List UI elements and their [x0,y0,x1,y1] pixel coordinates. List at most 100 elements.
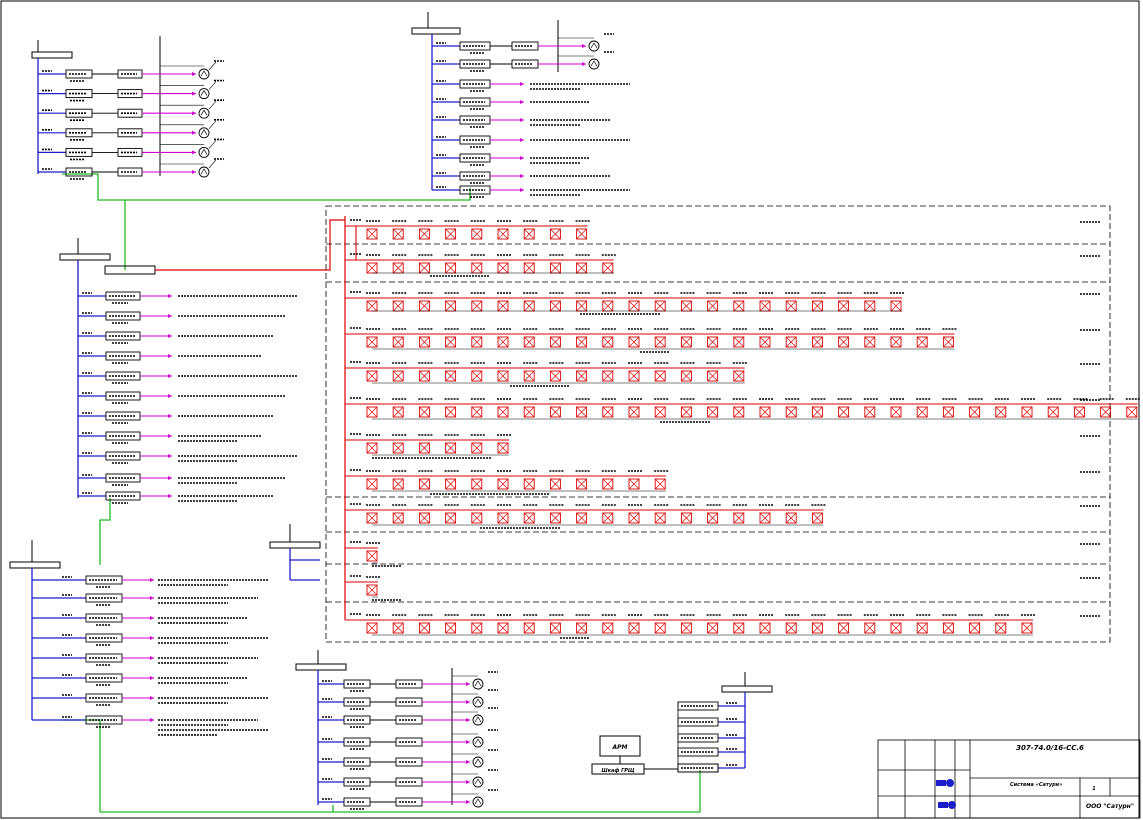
arrow-icon [192,130,196,135]
fan-blade-icon [474,698,482,705]
valve-cross-icon [445,262,456,274]
valve-cross-icon [733,512,745,524]
valve-cross-icon [445,442,456,454]
valve-cross-icon [995,622,1007,634]
arrow-icon [168,434,172,438]
valve-cross-icon [812,336,823,348]
valve-cross-icon [419,478,430,490]
arrow-icon [168,354,172,358]
valve-cross-icon [392,262,404,274]
dashed-zone [325,205,1111,643]
valve-cross-icon [733,300,745,312]
gpu-label: Шкаф ГРЩ [601,767,634,774]
valve-cross-icon [707,512,718,524]
valve-cross-icon [628,336,640,348]
valve-cross-icon [681,300,692,312]
valve-cross-icon [497,370,509,382]
valve-cross-icon [628,300,640,312]
valve-cross-icon [1021,622,1033,634]
valve-cross-icon [497,622,509,634]
valve-cross-icon [707,370,718,382]
fan-blade-icon [200,168,208,175]
valve-cross-icon [785,300,797,312]
valve-cross-icon [366,262,378,274]
valve-cross-icon [681,370,692,382]
valve-cross-icon [576,512,587,524]
valve-cross-icon [366,370,378,382]
wiring-diagram: АРМ Шкаф ГРЩ 307-74.0/16-СС.6 Система «С… [0,0,1141,819]
valve-cross-icon [628,622,640,634]
valve-cross-icon [838,300,849,312]
valve-cross-icon [497,336,509,348]
valve-cross-icon [838,336,849,348]
valve-cross-icon [392,300,404,312]
valve-cross-icon [523,478,535,490]
arrow-icon [520,188,524,192]
valve-cross-icon [366,300,378,312]
valve-cross-icon [1047,406,1059,418]
valve-cross-icon [419,336,430,348]
valve-cross-icon [366,622,378,634]
valve-cross-icon [523,228,535,240]
wire [208,159,217,169]
valve-cross-icon [838,406,849,418]
fan-blade-icon [474,778,482,785]
valve-cross-icon [523,336,535,348]
arrow-icon [192,170,196,174]
arrow-icon [168,334,172,338]
valve-cross-icon [681,512,692,524]
arrow-icon [150,636,154,640]
valve-cross-icon [969,622,980,634]
valve-cross-icon [602,300,614,312]
arrow-icon [466,760,470,764]
arrow-icon [168,314,172,318]
valve-cross-icon [366,550,378,562]
valve-cross-icon [497,478,509,490]
wire [208,81,217,90]
fan-blade-icon [200,109,208,116]
arrow-icon [520,82,524,86]
valve-cross-icon [392,406,404,418]
valve-cross-icon [445,478,456,490]
panel-small-mid [269,524,321,581]
logo-icon-2 [938,801,956,809]
valve-cross-icon [759,406,771,418]
valve-cross-icon [366,336,378,348]
valve-cross-icon [654,370,666,382]
arrow-icon [520,138,524,142]
valve-cross-icon [445,406,456,418]
arrow-icon [168,454,172,458]
valve-cross-icon [864,300,876,312]
arrow-icon [192,111,196,116]
valve-cross-icon [471,442,483,454]
arrow-icon [466,718,470,722]
arrow-icon [466,780,470,784]
valve-cross-icon [497,300,509,312]
valve-cross-icon [445,512,456,524]
valve-cross-icon [471,406,483,418]
valve-cross-icon [654,406,666,418]
valve-cross-icon [812,622,823,634]
valve-cross-icon [576,370,587,382]
arrow-icon [192,150,196,155]
arrow-icon [520,174,524,178]
schematic-canvas: АРМ Шкаф ГРЩ 307-74.0/16-СС.6 Система «С… [0,0,1143,820]
arrow-icon [150,596,154,600]
valve-cross-icon [392,478,404,490]
valve-cross-icon [916,622,928,634]
valve-cross-icon [812,512,823,524]
fan-blade-icon [474,680,482,687]
wire [208,140,217,149]
fan-blade-icon [474,716,482,723]
valve-cross-icon [550,336,561,348]
valve-cross-icon [576,406,587,418]
valve-cross-icon [628,478,640,490]
valve-cross-icon [366,442,378,454]
valve-cross-icon [785,512,797,524]
valve-cross-icon [838,622,849,634]
valve-cross-icon [602,478,614,490]
fan-blade-icon [200,129,208,135]
valve-cross-icon [445,336,456,348]
valve-cross-icon [419,512,430,524]
valve-cross-icon [550,262,561,274]
